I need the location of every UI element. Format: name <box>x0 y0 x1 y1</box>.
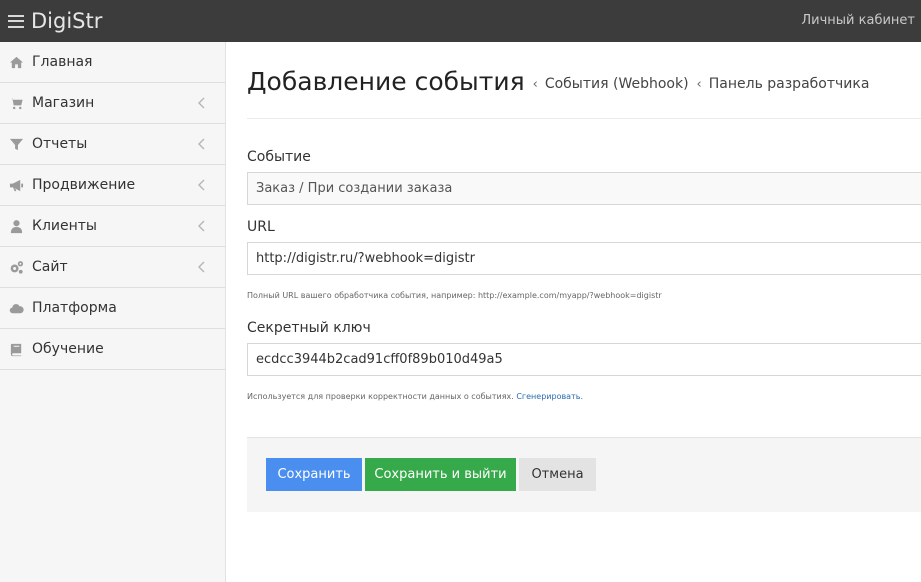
secret-key-help-text: Используется для проверки корректности д… <box>247 392 514 401</box>
secret-key-input[interactable] <box>247 343 921 376</box>
cloud-icon <box>8 300 24 316</box>
sidebar-item-promotion[interactable]: Продвижение <box>0 165 225 206</box>
url-label: URL <box>247 219 275 235</box>
top-bar: DigiStr Личный кабинет <box>0 0 921 42</box>
main-content: Добавление события ‹ События (Webhook) ‹… <box>247 42 921 512</box>
sidebar-item-label: Продвижение <box>32 177 136 193</box>
chevron-left-icon <box>197 219 207 233</box>
sidebar-item-label: Платформа <box>32 300 117 316</box>
url-input[interactable] <box>247 242 921 275</box>
brand-logo[interactable]: DigiStr <box>8 0 102 42</box>
chevron-left-icon <box>197 137 207 151</box>
sidebar-item-learning[interactable]: Обучение <box>0 329 225 370</box>
secret-key-label: Секретный ключ <box>247 320 371 336</box>
sidebar-item-label: Обучение <box>32 341 104 357</box>
home-icon <box>8 54 24 70</box>
sidebar: Главная Магазин Отчеты Продвижение Клиен… <box>0 42 226 582</box>
generate-key-link[interactable]: Сгенерировать. <box>516 392 583 401</box>
filter-icon <box>8 136 24 152</box>
sidebar-item-platform[interactable]: Платформа <box>0 288 225 329</box>
secret-key-help: Используется для проверки корректности д… <box>247 392 583 401</box>
sidebar-item-label: Магазин <box>32 95 95 111</box>
sidebar-item-site[interactable]: Сайт <box>0 247 225 288</box>
url-help-text: Полный URL вашего обработчика события, н… <box>247 291 662 300</box>
event-label: Событие <box>247 149 311 165</box>
event-form: Событие URL Полный URL вашего обработчик… <box>247 42 921 582</box>
sidebar-item-reports[interactable]: Отчеты <box>0 124 225 165</box>
sidebar-item-label: Клиенты <box>32 218 97 234</box>
brand-name: DigiStr <box>31 9 103 33</box>
sidebar-item-clients[interactable]: Клиенты <box>0 206 225 247</box>
sidebar-item-shop[interactable]: Магазин <box>0 83 225 124</box>
sidebar-item-label: Отчеты <box>32 136 88 152</box>
chevron-left-icon <box>197 96 207 110</box>
user-icon <box>8 218 24 234</box>
form-actions: Сохранить Сохранить и выйти Отмена <box>247 437 921 512</box>
gears-icon <box>8 259 24 275</box>
account-link[interactable]: Личный кабинет <box>801 0 915 42</box>
save-button[interactable]: Сохранить <box>266 458 362 491</box>
sidebar-item-home[interactable]: Главная <box>0 42 225 83</box>
cart-icon <box>8 95 24 111</box>
save-and-exit-button[interactable]: Сохранить и выйти <box>365 458 516 491</box>
event-select[interactable] <box>247 172 921 205</box>
sidebar-item-label: Главная <box>32 54 93 70</box>
menu-icon[interactable] <box>8 14 24 28</box>
sidebar-item-label: Сайт <box>32 259 68 275</box>
book-icon <box>8 341 24 357</box>
chevron-left-icon <box>197 260 207 274</box>
chevron-left-icon <box>197 178 207 192</box>
cancel-button[interactable]: Отмена <box>519 458 596 491</box>
megaphone-icon <box>8 177 24 193</box>
